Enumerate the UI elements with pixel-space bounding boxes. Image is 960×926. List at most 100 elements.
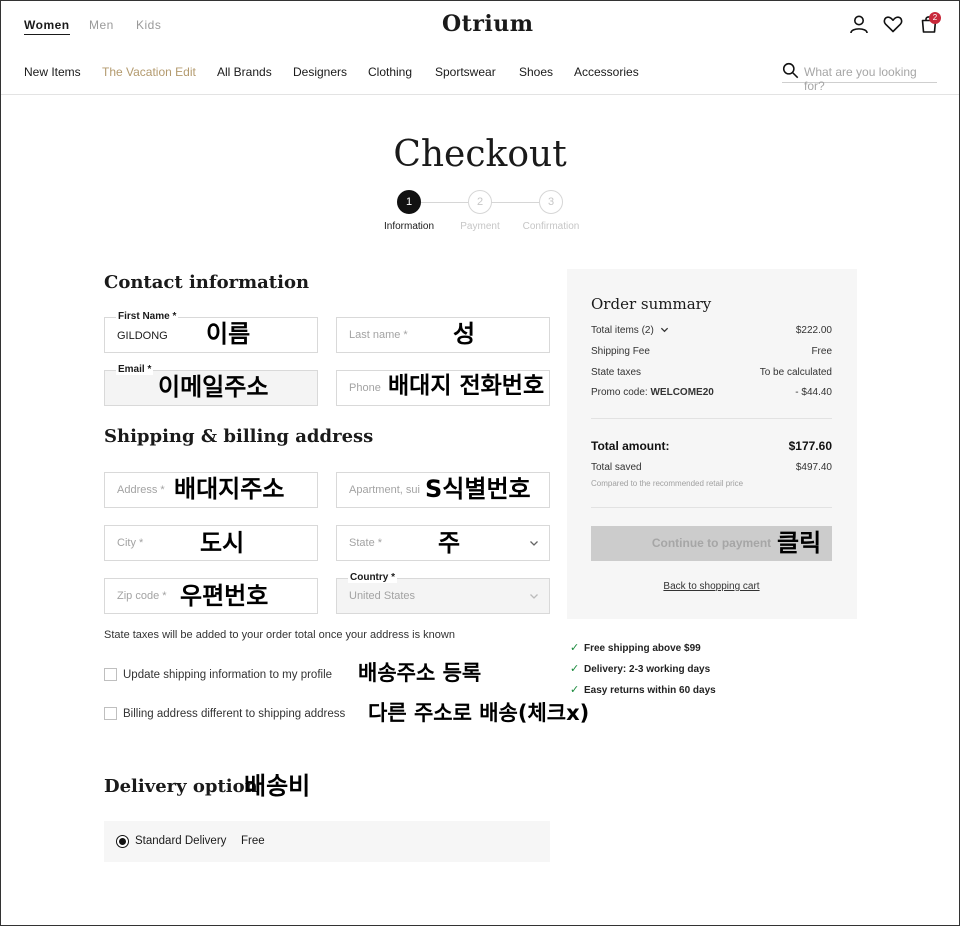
update-profile-label[interactable]: Update shipping information to my profil… xyxy=(123,669,332,681)
search-input[interactable]: What are you looking for? xyxy=(782,61,937,93)
step-3-label: Confirmation xyxy=(522,221,580,232)
perk-label: Delivery: 2-3 working days xyxy=(584,664,711,675)
check-icon: ✓ xyxy=(570,684,580,696)
summary-value: $222.00 xyxy=(795,325,832,336)
summary-label: Shipping Fee xyxy=(591,346,650,357)
annotation-city: 도시 xyxy=(200,529,245,557)
summary-saved: Total saved $497.40 xyxy=(591,462,832,473)
summary-label: State taxes xyxy=(591,367,642,378)
saved-value: $497.40 xyxy=(795,462,832,473)
email-label: Email * xyxy=(116,364,154,375)
check-icon: ✓ xyxy=(570,642,580,654)
country-label: Country * xyxy=(348,572,397,583)
delivery-option-standard[interactable]: Standard Delivery Free xyxy=(104,821,550,862)
tax-note: State taxes will be added to your order … xyxy=(104,629,455,641)
site-header: Women Men Kids Otrium 2 New Items The Va… xyxy=(1,1,959,95)
continue-button-label: Continue to payment xyxy=(651,536,772,550)
divider xyxy=(591,507,832,508)
gender-tab-women[interactable]: Women xyxy=(24,18,70,35)
gender-tab-men[interactable]: Men xyxy=(89,18,114,32)
saved-note: Compared to the recommended retail price xyxy=(591,479,744,488)
nav-shoes[interactable]: Shoes xyxy=(519,65,553,79)
summary-row-taxes: State taxes To be calculated xyxy=(591,367,832,378)
annotation-last-name: 성 xyxy=(453,320,476,348)
summary-total: Total amount: $177.60 xyxy=(591,439,832,453)
summary-row-shipping: Shipping Fee Free xyxy=(591,346,832,357)
first-name-label: First Name * xyxy=(116,311,179,322)
nav-accessories[interactable]: Accessories xyxy=(574,65,639,79)
annotation-phone: 배대지 전화번호 xyxy=(388,373,545,399)
first-name-value: GILDONG xyxy=(117,330,168,342)
perk-free-shipping: ✓ Free shipping above $99 xyxy=(570,641,701,654)
delivery-option-label: Standard Delivery xyxy=(135,835,227,847)
address-placeholder: Address * xyxy=(117,484,165,496)
nav-clothing[interactable]: Clothing xyxy=(368,65,412,79)
perk-delivery-time: ✓ Delivery: 2-3 working days xyxy=(570,662,710,675)
step-2-label: Payment xyxy=(460,221,500,232)
nav-new-items[interactable]: New Items xyxy=(24,65,81,79)
apartment-placeholder: Apartment, sui xyxy=(349,484,420,496)
state-placeholder: State * xyxy=(349,537,383,549)
stepper-line xyxy=(421,202,468,203)
annotation-zip: 우편번호 xyxy=(180,582,269,610)
nav-all-brands[interactable]: All Brands xyxy=(217,65,272,79)
search-placeholder: What are you looking for? xyxy=(804,65,917,93)
billing-different-checkbox[interactable] xyxy=(104,707,117,720)
perk-label: Free shipping above $99 xyxy=(584,643,701,654)
order-summary-panel: Order summary Total items (2) $222.00 Sh… xyxy=(567,269,857,619)
total-label: Total amount: xyxy=(591,439,670,453)
phone-placeholder: Phone xyxy=(349,382,381,394)
summary-row-total-items[interactable]: Total items (2) $222.00 xyxy=(591,325,832,336)
country-value: United States xyxy=(349,590,416,602)
country-select[interactable]: Country * United States xyxy=(336,572,550,614)
zip-code-placeholder: Zip code * xyxy=(117,590,167,602)
annotation-billing: 다른 주소로 배송(체크x) xyxy=(368,701,590,725)
promo-code: WELCOME20 xyxy=(650,387,714,398)
delivery-radio[interactable] xyxy=(116,835,129,848)
perk-label: Easy returns within 60 days xyxy=(584,685,716,696)
chevron-down-icon[interactable] xyxy=(660,325,669,334)
summary-row-promo: Promo code: WELCOME20 - $44.40 xyxy=(591,387,832,398)
check-icon: ✓ xyxy=(570,663,580,675)
last-name-placeholder: Last name * xyxy=(349,329,408,341)
annotation-delivery: 배송비 xyxy=(244,772,311,800)
shipping-section-title: Shipping & billing address xyxy=(104,426,374,447)
account-icon[interactable] xyxy=(849,14,869,34)
step-2-circle: 2 xyxy=(468,190,492,214)
city-placeholder: City * xyxy=(117,537,144,549)
summary-value: To be calculated xyxy=(759,367,832,378)
annotation-address: 배대지주소 xyxy=(174,475,285,503)
logo[interactable]: Otrium xyxy=(442,11,534,37)
annotation-update-profile: 배송주소 등록 xyxy=(358,661,482,685)
divider xyxy=(591,418,832,419)
cart-count-badge: 2 xyxy=(929,12,941,24)
chevron-down-icon xyxy=(530,541,538,546)
summary-label: Total items (2) xyxy=(591,325,654,336)
update-profile-checkbox[interactable] xyxy=(104,668,117,681)
summary-value: Free xyxy=(811,346,832,357)
nav-vacation-edit[interactable]: The Vacation Edit xyxy=(102,65,196,79)
delivery-section-title: Delivery option xyxy=(104,776,258,797)
step-3-circle: 3 xyxy=(539,190,563,214)
stepper-line xyxy=(491,202,539,203)
summary-value: - $44.40 xyxy=(795,387,832,398)
annotation-email: 이메일주소 xyxy=(158,373,269,401)
delivery-option-price: Free xyxy=(241,835,265,847)
back-to-cart-link[interactable]: Back to shopping cart xyxy=(591,581,832,592)
nav-designers[interactable]: Designers xyxy=(293,65,347,79)
chevron-down-icon xyxy=(530,594,538,599)
page-title: Checkout xyxy=(393,134,567,175)
billing-different-label[interactable]: Billing address different to shipping ad… xyxy=(123,708,345,720)
search-icon xyxy=(782,62,799,79)
nav-sportswear[interactable]: Sportswear xyxy=(435,65,496,79)
gender-tab-kids[interactable]: Kids xyxy=(136,18,161,32)
wishlist-heart-icon[interactable] xyxy=(883,14,903,34)
annotation-first-name: 이름 xyxy=(206,320,251,348)
contact-section-title: Contact information xyxy=(104,272,310,293)
perk-easy-returns: ✓ Easy returns within 60 days xyxy=(570,683,716,696)
last-name-field[interactable]: Last name * xyxy=(336,317,550,353)
saved-label: Total saved xyxy=(591,462,642,473)
order-summary-title: Order summary xyxy=(591,295,712,313)
step-1-label: Information xyxy=(383,221,435,232)
step-1-circle: 1 xyxy=(397,190,421,214)
